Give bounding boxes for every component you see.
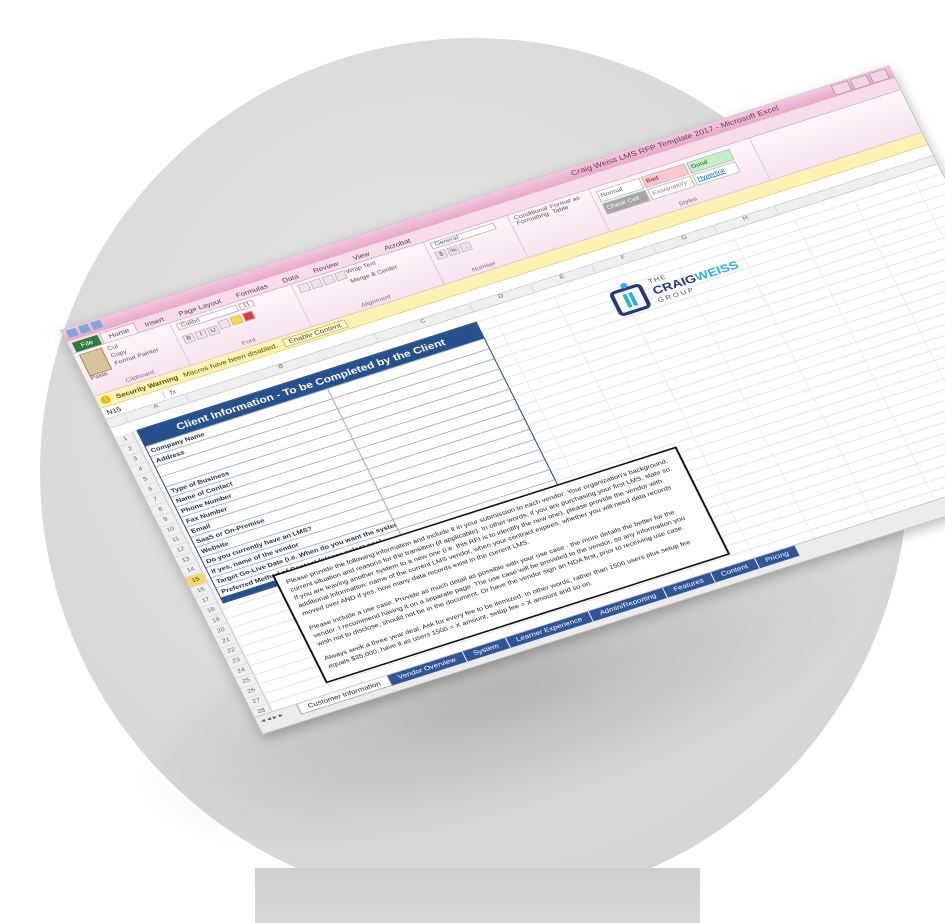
borders-icon[interactable]: [217, 318, 232, 330]
row-header[interactable]: 31: [265, 733, 288, 735]
undo-icon[interactable]: [90, 319, 104, 331]
align-bottom-icon[interactable]: [321, 274, 336, 286]
mockup-stage: Craig Weiss LMS RFP Template 2017 - Micr…: [0, 0, 945, 923]
align-middle-icon[interactable]: [309, 278, 324, 290]
bold-icon[interactable]: B: [181, 332, 197, 345]
underline-icon[interactable]: U: [206, 325, 221, 337]
logo-weiss: WEISS: [692, 258, 741, 284]
italic-icon[interactable]: I: [194, 328, 209, 341]
currency-icon[interactable]: $: [434, 249, 449, 261]
comma-icon[interactable]: ,: [458, 241, 473, 253]
logo-mark-icon: [608, 282, 653, 318]
fx-icon[interactable]: fx: [163, 388, 177, 398]
excel-window: Craig Weiss LMS RFP Template 2017 - Micr…: [60, 65, 945, 735]
save-icon[interactable]: [78, 323, 91, 334]
font-color-icon[interactable]: [241, 310, 256, 322]
excel-icon: [65, 327, 79, 338]
warning-shield-icon: !: [99, 394, 113, 405]
excel-mockup: Craig Weiss LMS RFP Template 2017 - Micr…: [60, 65, 945, 735]
align-top-icon[interactable]: [297, 281, 312, 294]
percent-icon[interactable]: %: [446, 245, 461, 257]
fill-color-icon[interactable]: [229, 314, 244, 326]
